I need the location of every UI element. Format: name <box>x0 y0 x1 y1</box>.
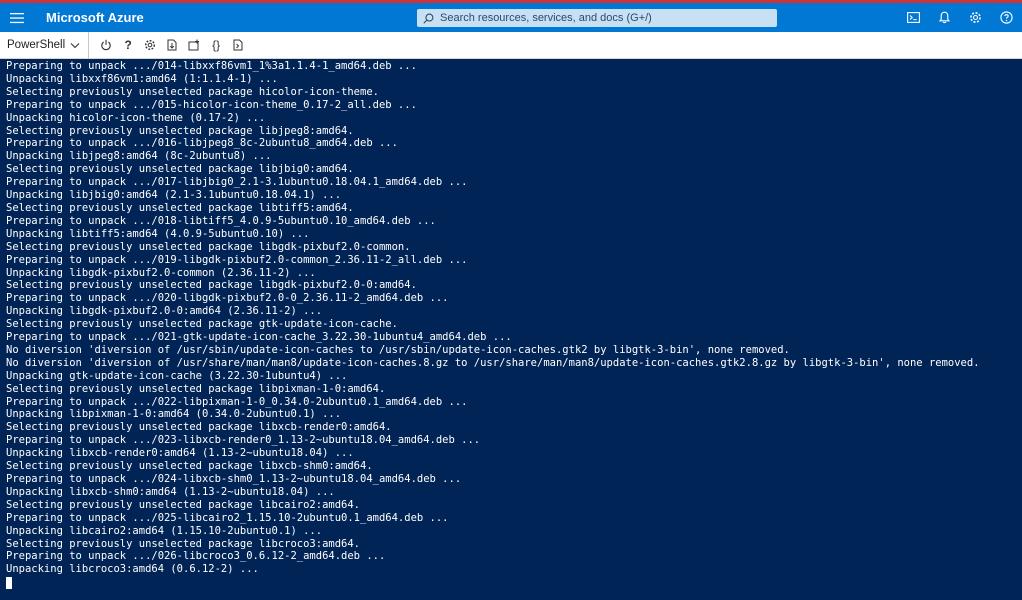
terminal-line: Preparing to unpack .../014-libxxf86vm1_… <box>6 60 417 72</box>
terminal-line: Unpacking libcroco3:amd64 (0.6.12-2) ... <box>6 563 259 576</box>
terminal-line: No diversion 'diversion of /usr/sbin/upd… <box>6 343 790 356</box>
terminal-line: Preparing to unpack .../015-hicolor-icon… <box>6 98 417 111</box>
terminal-line: Preparing to unpack .../021-gtk-update-i… <box>6 331 512 344</box>
gear-icon <box>970 12 981 23</box>
terminal-line: Unpacking libgdk-pixbuf2.0-common (2.36.… <box>6 266 316 279</box>
terminal-line: Preparing to unpack .../018-libtiff5_4.0… <box>6 214 436 227</box>
terminal-line: Preparing to unpack .../016-libjpeg8_8c-… <box>6 137 398 150</box>
terminal-line: Unpacking libcairo2:amd64 (1.15.10-2ubun… <box>6 524 323 537</box>
terminal-line: No diversion 'diversion of /usr/share/ma… <box>6 356 980 369</box>
chevron-down-icon <box>70 42 80 48</box>
terminal-line: Unpacking libtiff5:amd64 (4.0.9-5ubuntu0… <box>6 227 310 240</box>
terminal-line: Selecting previously unselected package … <box>6 85 379 98</box>
terminal-line: Unpacking libxcb-shm0:amd64 (1.13-2~ubun… <box>6 485 335 498</box>
terminal-line: Selecting previously unselected package … <box>6 421 392 434</box>
terminal-line: Unpacking hicolor-icon-theme (0.17-2) ..… <box>6 111 266 124</box>
cloud-shell-button[interactable] <box>898 3 929 32</box>
terminal-line: Unpacking libxcb-render0:amd64 (1.13-2~u… <box>6 447 354 460</box>
terminal-line: Unpacking libjpeg8:amd64 (8c-2ubuntu8) .… <box>6 150 272 163</box>
terminal-line: Selecting previously unselected package … <box>6 318 398 331</box>
terminal-line: Selecting previously unselected package … <box>6 163 354 176</box>
terminal-line: Unpacking gtk-update-icon-cache (3.22.30… <box>6 369 348 382</box>
search-icon <box>423 13 434 24</box>
global-search-input[interactable]: Search resources, services, and docs (G+… <box>417 9 777 27</box>
help-icon <box>1000 11 1013 24</box>
terminal-line: Preparing to unpack .../025-libcairo2_1.… <box>6 511 449 524</box>
terminal-line: Selecting previously unselected package … <box>6 498 361 511</box>
terminal-line: Preparing to unpack .../020-libgdk-pixbu… <box>6 292 449 305</box>
search-placeholder: Search resources, services, and docs (G+… <box>440 12 652 24</box>
web-preview-icon <box>233 39 243 51</box>
terminal-cursor <box>6 577 12 590</box>
shell-type-label: PowerShell <box>7 39 66 51</box>
cloud-shell-icon <box>907 12 920 23</box>
terminal-line: Selecting previously unselected package … <box>6 124 354 137</box>
terminal-line: Unpacking libgdk-pixbuf2.0-0:amd64 (2.36… <box>6 305 323 318</box>
terminal-line: Preparing to unpack .../023-libxcb-rende… <box>6 434 481 447</box>
terminal-line: Unpacking libxxf86vm1:amd64 (1:1.1.4-1) … <box>6 72 278 85</box>
azure-header: Microsoft Azure Search resources, servic… <box>0 3 1022 32</box>
restart-button[interactable] <box>95 32 117 59</box>
notifications-button[interactable] <box>929 3 960 32</box>
terminal-output[interactable]: Preparing to unpack .../014-libxxf86vm1_… <box>0 59 1022 600</box>
terminal-line: Selecting previously unselected package … <box>6 201 354 214</box>
portal-menu-button[interactable] <box>0 3 34 32</box>
open-editor-button[interactable]: {} <box>205 32 227 59</box>
power-icon <box>101 39 111 51</box>
shell-type-dropdown[interactable]: PowerShell <box>0 31 90 59</box>
upload-download-button[interactable] <box>161 32 183 59</box>
terminal-line: Selecting previously unselected package … <box>6 537 361 550</box>
new-session-icon <box>188 39 200 51</box>
terminal-line: Preparing to unpack .../017-libjbig0_2.1… <box>6 176 468 189</box>
terminal-line: Unpacking libpixman-1-0:amd64 (0.34.0-2u… <box>6 408 342 421</box>
new-session-button[interactable] <box>183 32 205 59</box>
cloud-shell-toolbar: PowerShell ? {} <box>0 31 1022 59</box>
settings-button[interactable] <box>960 3 991 32</box>
terminal-line: Selecting previously unselected package … <box>6 279 417 292</box>
web-preview-button[interactable] <box>227 32 249 59</box>
terminal-line: Preparing to unpack .../026-libcroco3_0.… <box>6 550 386 563</box>
terminal-line: Selecting previously unselected package … <box>6 460 373 473</box>
shell-settings-button[interactable] <box>139 32 161 59</box>
terminal-line: Selecting previously unselected package … <box>6 382 386 395</box>
terminal-line: Preparing to unpack .../019-libgdk-pixbu… <box>6 253 468 266</box>
terminal-line: Preparing to unpack .../022-libpixman-1-… <box>6 395 468 408</box>
terminal-line: Selecting previously unselected package … <box>6 240 411 253</box>
bell-icon <box>938 11 951 24</box>
file-transfer-icon <box>167 39 177 51</box>
gear-icon <box>145 39 156 51</box>
help-button[interactable] <box>991 3 1022 32</box>
hamburger-icon <box>10 12 24 23</box>
help-toolbar-button[interactable]: ? <box>117 32 139 59</box>
terminal-line: Unpacking libjbig0:amd64 (2.1-3.1ubuntu0… <box>6 189 342 202</box>
resize-grip[interactable]: ··· <box>597 26 607 32</box>
brand-title[interactable]: Microsoft Azure <box>46 10 144 25</box>
terminal-line: Preparing to unpack .../024-libxcb-shm0_… <box>6 473 462 485</box>
